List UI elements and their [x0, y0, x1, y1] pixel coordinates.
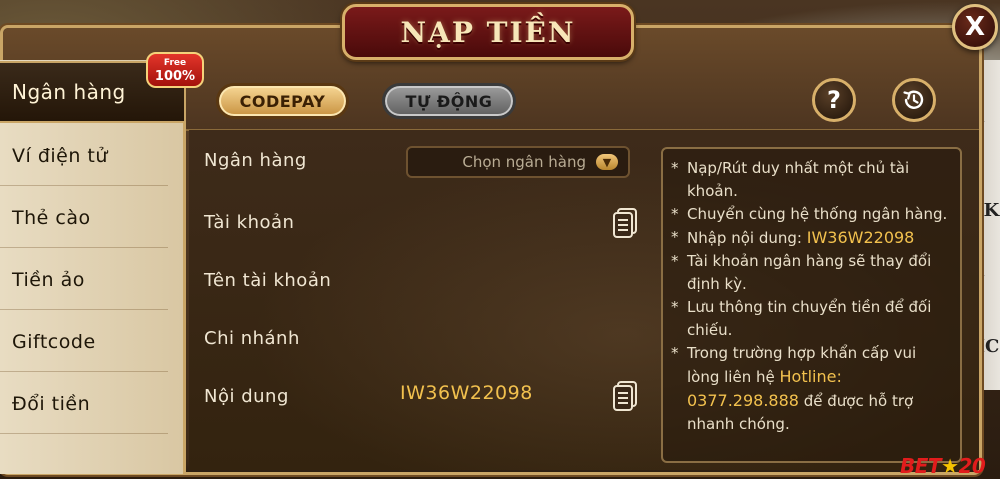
bank-select[interactable]: Chọn ngân hàng ▼	[406, 146, 630, 178]
close-icon: X	[964, 12, 986, 42]
branch-label: Chi nhánh	[204, 328, 300, 349]
copy-icon[interactable]	[612, 207, 638, 239]
bank-label: Ngân hàng	[204, 150, 307, 171]
sidebar-item-label: Ví điện tử	[12, 144, 108, 167]
chevron-down-icon: ▼	[596, 154, 618, 170]
account-name-label: Tên tài khoản	[204, 270, 332, 291]
info-item: Nạp/Rút duy nhất một chủ tài khoản.	[671, 157, 952, 203]
sidebar-item-ewallet[interactable]: Ví điện tử	[0, 126, 168, 186]
info-item: Chuyển cùng hệ thống ngân hàng.	[671, 203, 952, 226]
sidebar-item-card[interactable]: Thẻ cào	[0, 188, 168, 248]
bank-select-placeholder: Chọn ngân hàng	[462, 153, 586, 171]
history-button[interactable]	[892, 78, 936, 122]
sidebar-item-crypto[interactable]: Tiền ảo	[0, 250, 168, 310]
info-item: Tài khoản ngân hàng sẽ thay đổi định kỳ.	[671, 250, 952, 296]
info-box: Nạp/Rút duy nhất một chủ tài khoản. Chuy…	[661, 147, 962, 463]
help-button[interactable]: ?	[812, 78, 856, 122]
title-plaque: NẠP TIỀN	[342, 4, 634, 60]
copy-icon[interactable]	[612, 380, 638, 412]
history-icon	[903, 90, 924, 109]
brand-logo: BET★20	[900, 454, 986, 478]
content-value: IW36W22098	[400, 382, 533, 404]
sidebar-item-label: Thẻ cào	[12, 206, 91, 229]
info-item: Trong trường hợp khẩn cấp vui lòng liên …	[671, 342, 952, 436]
sidebar-item-exchange[interactable]: Đổi tiền	[0, 374, 168, 434]
info-item: Nhập nội dung: IW36W22098	[671, 226, 952, 250]
tab-auto[interactable]: TỰ ĐỘNG	[382, 83, 516, 119]
sidebar-item-label: Giftcode	[12, 330, 96, 353]
free-badge: Free 100%	[146, 52, 204, 88]
hotline-label: Hotline:	[779, 367, 842, 386]
hotline-number[interactable]: 0377.298.888	[687, 391, 799, 410]
sidebar-item-label: Tiền ảo	[12, 268, 85, 291]
close-button[interactable]: X	[952, 4, 998, 50]
sidebar-item-label: Đổi tiền	[12, 392, 91, 415]
star-icon: ★	[941, 454, 959, 478]
content-code: IW36W22098	[806, 228, 915, 247]
account-label: Tài khoản	[204, 212, 295, 233]
tab-codepay[interactable]: CODEPAY	[216, 83, 349, 119]
page-title: NẠP TIỀN	[400, 15, 576, 49]
sidebar-item-giftcode[interactable]: Giftcode	[0, 312, 168, 372]
sidebar-item-label: Ngân hàng	[12, 80, 126, 104]
info-item: Lưu thông tin chuyển tiền để đối chiếu.	[671, 296, 952, 342]
question-icon: ?	[827, 86, 841, 114]
content-label: Nội dung	[204, 386, 289, 407]
